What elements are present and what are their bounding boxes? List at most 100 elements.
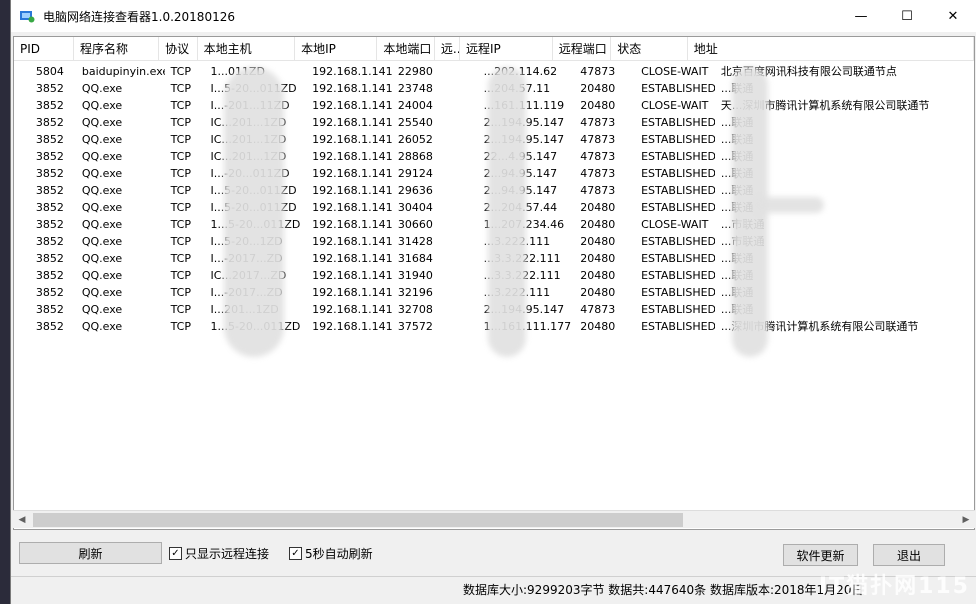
network-app-icon	[20, 11, 35, 23]
cell-lport: 28868	[397, 150, 433, 163]
column-header-protocol[interactable]: 协议	[159, 37, 198, 61]
cell-name: QQ.exe	[81, 99, 123, 112]
column-header-local-ip[interactable]: 本地IP	[295, 37, 378, 61]
column-header-remote-ip[interactable]: 远程IP	[460, 37, 553, 61]
cell-rport: 47873	[580, 167, 616, 180]
scroll-right-icon[interactable]: ▶	[957, 511, 975, 529]
cell-rport: 20480	[580, 320, 616, 333]
cell-rport: 20480	[580, 252, 616, 265]
cell-rport: 47873	[580, 150, 616, 163]
cell-proto: TCP	[170, 133, 191, 146]
cell-lip: 192.168.1.141	[312, 252, 392, 265]
privacy-blur	[224, 67, 284, 357]
cell-state: ESTABLISHED	[641, 133, 715, 146]
cell-lip: 192.168.1.141	[312, 320, 392, 333]
remote-only-label: 只显示远程连接	[185, 547, 270, 561]
cell-lip: 192.168.1.141	[312, 167, 392, 180]
cell-lport: 31940	[397, 269, 433, 282]
cell-state: ESTABLISHED	[641, 201, 715, 214]
cell-rr	[452, 131, 478, 148]
site-watermark: IT猫扑网115	[818, 574, 970, 599]
refresh-button[interactable]: 刷新	[19, 542, 162, 564]
cell-rr	[452, 250, 478, 267]
cell-lip: 192.168.1.141	[312, 116, 392, 129]
cell-rr	[452, 114, 478, 131]
exit-button[interactable]: 退出	[873, 544, 945, 566]
column-header-remote-host[interactable]: 远...	[435, 37, 460, 61]
cell-proto: TCP	[170, 116, 191, 129]
cell-state: ESTABLISHED	[641, 116, 715, 129]
horizontal-scrollbar[interactable]: ◀ ▶	[13, 510, 975, 528]
cell-pid: 5804	[35, 65, 64, 78]
cell-rr	[452, 199, 478, 216]
checkbox-checked-icon[interactable]: ✓	[169, 547, 182, 560]
close-button[interactable]: ✕	[930, 0, 976, 32]
remote-only-checkbox[interactable]: ✓ 只显示远程连接	[169, 545, 269, 562]
software-update-button[interactable]: 软件更新	[783, 544, 858, 566]
cell-lip: 192.168.1.141	[312, 201, 392, 214]
cell-lip: 192.168.1.141	[312, 303, 392, 316]
cell-name: QQ.exe	[81, 303, 123, 316]
cell-pid: 3852	[35, 201, 64, 214]
cell-proto: TCP	[170, 167, 191, 180]
scroll-left-icon[interactable]: ◀	[13, 511, 31, 529]
cell-rr	[452, 284, 478, 301]
cell-proto: TCP	[170, 235, 191, 248]
cell-state: ESTABLISHED	[641, 184, 715, 197]
cell-name: baidupinyin.exe	[81, 65, 165, 78]
column-header-local-port[interactable]: 本地端口	[377, 37, 435, 61]
cell-state: ESTABLISHED	[641, 167, 715, 180]
column-header-pid[interactable]: PID	[14, 37, 74, 61]
cell-rport: 20480	[580, 82, 616, 95]
cell-proto: TCP	[170, 184, 191, 197]
column-header-local-host[interactable]: 本地主机	[198, 37, 296, 61]
cell-rr	[452, 165, 478, 182]
maximize-button[interactable]: ☐	[884, 0, 930, 32]
cell-lport: 22980	[397, 65, 433, 78]
connections-list[interactable]: PID 程序名称 协议 本地主机 本地IP 本地端口 远... 远程IP 远程端…	[13, 36, 975, 530]
cell-lport: 37572	[397, 320, 433, 333]
cell-pid: 3852	[35, 269, 64, 282]
cell-proto: TCP	[170, 303, 191, 316]
cell-lport: 23748	[397, 82, 433, 95]
cell-pid: 3852	[35, 82, 64, 95]
cell-rr	[452, 63, 478, 80]
column-header-name[interactable]: 程序名称	[74, 37, 160, 61]
cell-name: QQ.exe	[81, 133, 123, 146]
cell-lport: 24004	[397, 99, 433, 112]
column-header-state[interactable]: 状态	[611, 37, 688, 61]
auto-refresh-checkbox[interactable]: ✓ 5秒自动刷新	[289, 545, 373, 562]
cell-pid: 3852	[35, 133, 64, 146]
privacy-blur	[754, 197, 824, 213]
cell-name: QQ.exe	[81, 252, 123, 265]
cell-pid: 3852	[35, 167, 64, 180]
cell-lport: 30404	[397, 201, 433, 214]
cell-proto: TCP	[170, 252, 191, 265]
cell-pid: 3852	[35, 150, 64, 163]
cell-state: ESTABLISHED	[641, 150, 715, 163]
cell-name: QQ.exe	[81, 218, 123, 231]
cell-pid: 3852	[35, 286, 64, 299]
cell-pid: 3852	[35, 184, 64, 197]
cell-lport: 26052	[397, 133, 433, 146]
cell-rport: 20480	[580, 99, 616, 112]
cell-rr	[452, 80, 478, 97]
cell-proto: TCP	[170, 99, 191, 112]
cell-rport: 20480	[580, 218, 616, 231]
column-header-remote-port[interactable]: 远程端口	[553, 37, 612, 61]
cell-lport: 25540	[397, 116, 433, 129]
column-header-address[interactable]: 地址	[688, 37, 974, 61]
desktop-background	[0, 0, 10, 604]
cell-name: QQ.exe	[81, 235, 123, 248]
cell-lport: 31684	[397, 252, 433, 265]
checkbox-checked-icon[interactable]: ✓	[289, 547, 302, 560]
cell-lip: 192.168.1.141	[312, 286, 392, 299]
cell-pid: 3852	[35, 99, 64, 112]
scrollbar-thumb[interactable]	[33, 513, 683, 527]
cell-name: QQ.exe	[81, 167, 123, 180]
cell-rr	[452, 216, 478, 233]
cell-state: ESTABLISHED	[641, 235, 715, 248]
cell-rr	[452, 267, 478, 284]
minimize-button[interactable]: —	[838, 0, 884, 32]
cell-rr	[452, 182, 478, 199]
